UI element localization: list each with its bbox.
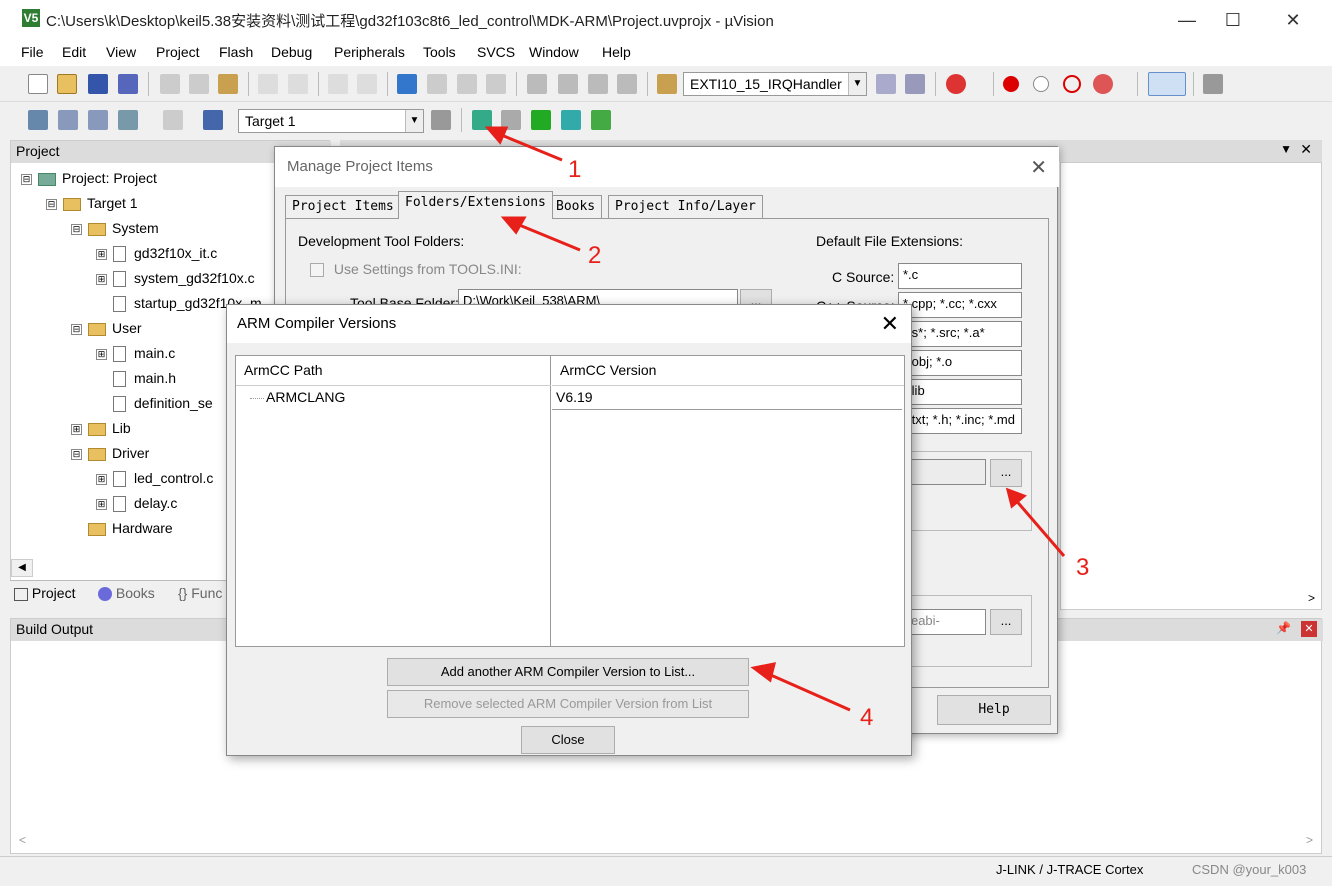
annotation-label-2: 2 — [588, 242, 602, 269]
annotation-arrowhead-3 — [1005, 487, 1027, 509]
annotation-arrow-3 — [1012, 497, 1066, 557]
annotation-label-3: 3 — [1076, 554, 1090, 581]
annotation-arrows — [484, 126, 1066, 712]
annotation-arrow-4 — [763, 670, 851, 712]
annotation-arrowhead-1 — [484, 126, 509, 145]
annotation-arrowhead-2 — [500, 216, 527, 235]
annotation-arrowhead-4 — [750, 662, 777, 683]
annotation-arrow-2 — [511, 220, 581, 252]
annotation-label-1: 1 — [568, 156, 582, 183]
annotation-arrow-1 — [493, 130, 563, 162]
annotation-label-4: 4 — [860, 704, 874, 731]
